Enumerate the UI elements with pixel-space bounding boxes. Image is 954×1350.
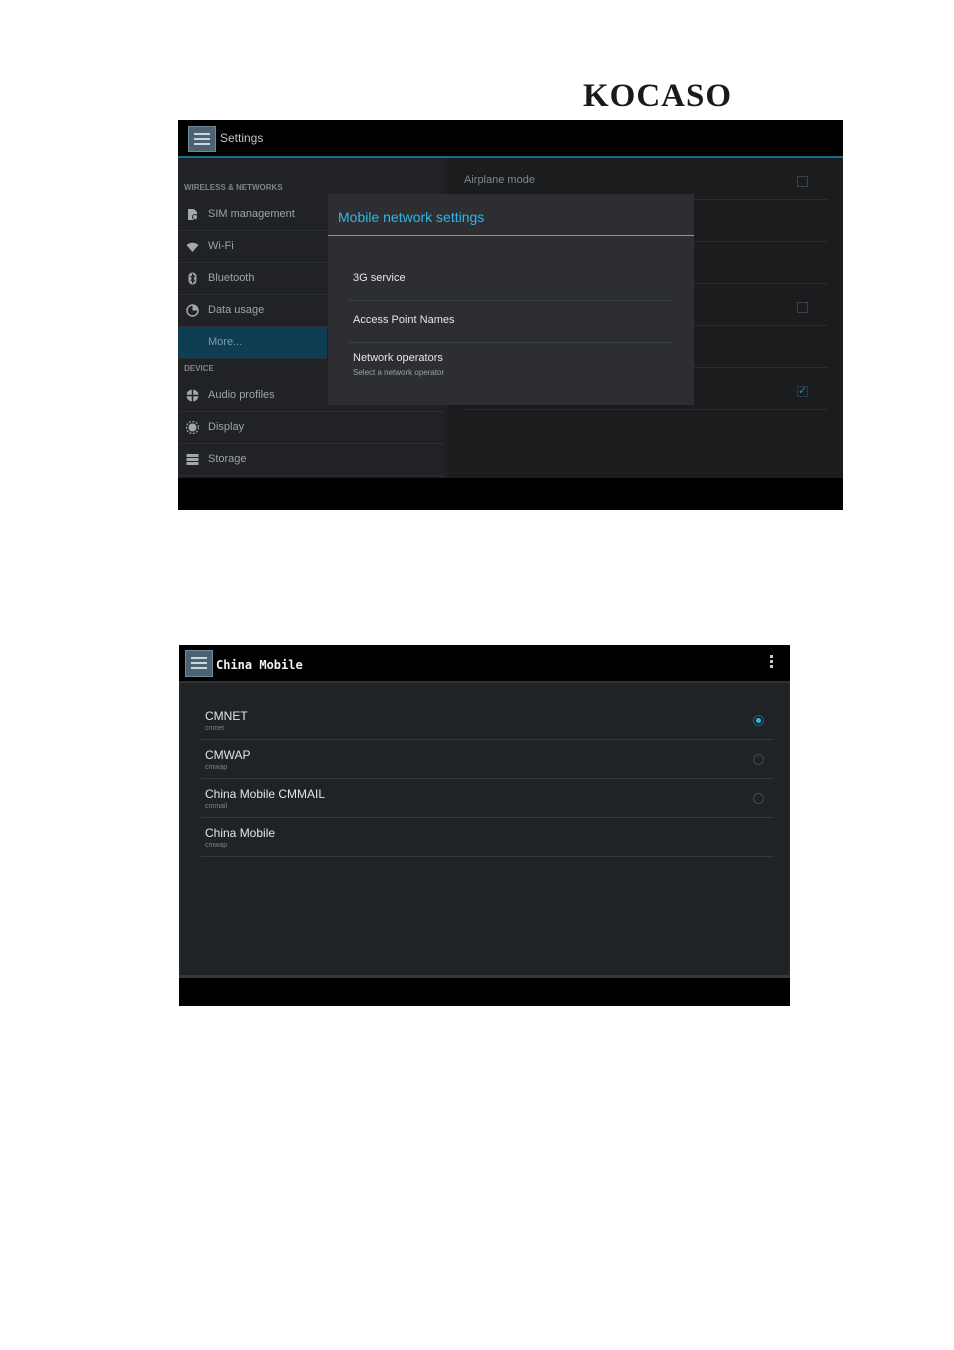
apn-name: CMNET — [205, 709, 248, 723]
data-usage-icon — [186, 304, 199, 317]
option-3g-service[interactable]: 3G service — [348, 259, 672, 301]
apn-value: cmwap — [205, 764, 228, 771]
action-bar-title: Settings — [220, 131, 264, 145]
display-icon — [185, 420, 200, 435]
apn-action-bar: China Mobile — [179, 645, 790, 683]
sidebar-item-label: Wi-Fi — [208, 240, 234, 252]
sidebar-item-label: Display — [208, 421, 245, 433]
airplane-mode-label: Airplane mode — [464, 174, 535, 186]
sidebar-item-label: Data usage — [208, 304, 265, 316]
audio-profiles-icon — [186, 389, 199, 402]
apn-item-china-mobile[interactable]: China Mobile cmwap — [201, 818, 774, 857]
section-header-device: DEVICE — [184, 364, 214, 373]
row-checkbox[interactable] — [797, 302, 808, 313]
bluetooth-icon — [186, 272, 199, 285]
option-title: Network operators — [353, 352, 443, 364]
option-title: Access Point Names — [353, 314, 455, 326]
settings-screenshot: Settings WIRELESS & NETWORKS SIM managem… — [178, 120, 843, 510]
section-header-wireless: WIRELESS & NETWORKS — [184, 183, 283, 192]
apn-radio[interactable] — [753, 754, 764, 765]
sidebar-item-storage[interactable]: Storage — [178, 444, 444, 476]
apn-list-screenshot: China Mobile CMNET cmnet CMWAP cmwap Chi… — [179, 645, 790, 1006]
dialog-divider — [328, 235, 694, 236]
sidebar-item-label: More... — [208, 336, 243, 348]
settings-app-icon[interactable] — [185, 650, 213, 677]
apn-radio-selected[interactable] — [753, 715, 764, 726]
apn-value: cmwap — [205, 842, 228, 849]
sidebar-item-label: Bluetooth — [208, 272, 255, 284]
apn-name: China Mobile CMMAIL — [205, 787, 326, 801]
sidebar-item-label: Audio profiles — [208, 389, 275, 401]
mobile-network-settings-dialog: Mobile network settings 3G service Acces… — [328, 194, 694, 405]
kocaso-logo: KOCASO — [583, 78, 733, 114]
sidebar-item-label: SIM management — [208, 208, 295, 220]
apn-value: cmnet — [205, 725, 225, 732]
sidebar-item-more[interactable]: More... — [178, 327, 327, 359]
storage-icon — [186, 453, 199, 466]
sim-icon — [186, 208, 199, 221]
system-navigation-bar — [178, 478, 843, 510]
apn-item-china-mobile-cmmail[interactable]: China Mobile CMMAIL cmmail — [201, 779, 774, 818]
apn-list: CMNET cmnet CMWAP cmwap China Mobile CMM… — [180, 683, 790, 975]
apn-name: China Mobile — [205, 826, 276, 840]
row-checkbox-checked[interactable]: ✓ — [797, 386, 808, 397]
sidebar-item-display[interactable]: Display — [178, 412, 444, 444]
apn-radio[interactable] — [753, 793, 764, 804]
apn-name: CMWAP — [205, 748, 251, 762]
dialog-title: Mobile network settings — [338, 209, 485, 225]
option-network-operators[interactable]: Network operators Select a network opera… — [348, 343, 672, 384]
settings-app-icon[interactable] — [188, 126, 216, 152]
option-access-point-names[interactable]: Access Point Names — [348, 301, 672, 343]
system-navigation-bar — [179, 978, 790, 1006]
sidebar-item-label: Storage — [208, 453, 247, 465]
wifi-icon — [186, 240, 199, 253]
apn-item-cmnet[interactable]: CMNET cmnet — [201, 701, 774, 740]
airplane-mode-checkbox[interactable] — [797, 176, 808, 187]
apn-item-cmwap[interactable]: CMWAP cmwap — [201, 740, 774, 779]
settings-action-bar: Settings — [178, 120, 843, 158]
option-summary: Select a network operator — [353, 368, 445, 377]
apn-value: cmmail — [205, 803, 228, 810]
action-bar-title: China Mobile — [216, 658, 303, 672]
overflow-menu-icon[interactable] — [770, 655, 774, 670]
option-title: 3G service — [353, 272, 406, 284]
